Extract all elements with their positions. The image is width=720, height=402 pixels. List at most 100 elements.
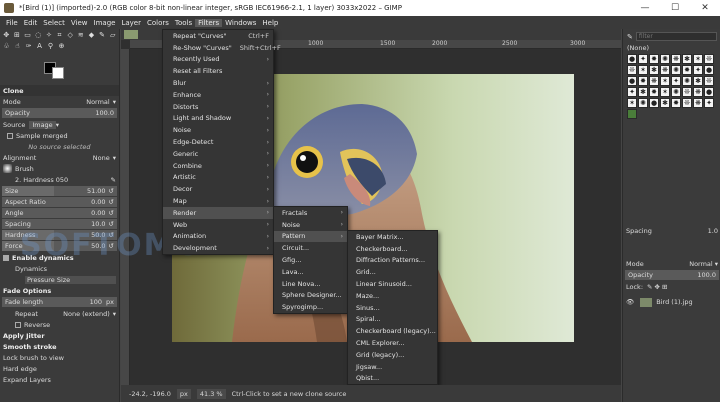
zoom-icon[interactable]: ⊕ xyxy=(57,42,66,51)
brush-swatch[interactable]: ✦ xyxy=(704,98,714,108)
menu-filters[interactable]: Filters xyxy=(195,18,223,27)
pattern-jigsaw[interactable]: Jigsaw... xyxy=(348,361,437,373)
brush-swatch[interactable]: ❋ xyxy=(660,65,670,75)
paintbrush-icon[interactable]: ✎ xyxy=(98,31,107,40)
brush-swatch[interactable]: ✦ xyxy=(638,54,648,64)
menu-tools[interactable]: Tools xyxy=(172,19,195,27)
brush-swatch[interactable]: ✸ xyxy=(649,54,659,64)
brush-spacing-row[interactable]: Spacing 1.0 xyxy=(623,225,720,236)
pattern-cml-explorer[interactable]: CML Explorer... xyxy=(348,337,437,349)
dynamics-row[interactable]: Dynamics xyxy=(0,263,119,274)
reverse-checkbox[interactable]: Reverse xyxy=(0,319,119,330)
brush-row[interactable]: Brush xyxy=(0,163,119,174)
brush-swatch[interactable]: ❋ xyxy=(693,98,703,108)
filters-recently-used[interactable]: Recently Used › xyxy=(163,54,273,66)
apply-jitter-checkbox[interactable]: Apply Jitter xyxy=(0,330,119,341)
repeat-row[interactable]: Repeat None (extend) ▾ xyxy=(0,308,119,319)
render-lava[interactable]: Lava... xyxy=(274,266,347,278)
text-icon[interactable]: A xyxy=(35,42,44,51)
brush-name[interactable]: 2. Hardness 050 ✎ xyxy=(0,174,119,185)
menu-layer[interactable]: Layer xyxy=(118,19,144,27)
pattern-spiral[interactable]: Spiral... xyxy=(348,314,437,326)
pattern-linear-sinusoid[interactable]: Linear Sinusoid... xyxy=(348,278,437,290)
brush-swatch[interactable]: ✱ xyxy=(638,87,648,97)
menu-file[interactable]: File xyxy=(3,19,21,27)
brush-swatch[interactable]: ✸ xyxy=(638,76,648,86)
brush-swatch[interactable]: ✶ xyxy=(693,54,703,64)
brush-swatch[interactable]: ❊ xyxy=(704,54,714,64)
layer-opacity-slider[interactable]: Opacity 100.0 xyxy=(625,270,719,280)
brush-swatch[interactable]: ✱ xyxy=(660,98,670,108)
brush-swatch[interactable]: ✺ xyxy=(660,54,670,64)
brush-swatch[interactable]: ✺ xyxy=(682,76,692,86)
menu-colors[interactable]: Colors xyxy=(144,19,172,27)
sample-merged-checkbox[interactable]: Sample merged xyxy=(0,130,119,141)
brush-swatch[interactable]: ✱ xyxy=(682,54,692,64)
filters-map[interactable]: Map › xyxy=(163,195,273,207)
brush-filter-input[interactable] xyxy=(635,32,717,41)
opacity-slider[interactable]: Opacity 100.0 xyxy=(2,108,117,118)
pattern-grid-legacy[interactable]: Grid (legacy)... xyxy=(348,349,437,361)
brush-swatch[interactable]: ● xyxy=(649,98,659,108)
render-line-nova[interactable]: Line Nova... xyxy=(274,278,347,290)
align-tool-icon[interactable]: ⊞ xyxy=(13,31,22,40)
fade-length-slider[interactable]: Fade length 100 px xyxy=(2,297,117,307)
brush-swatch[interactable]: ✺ xyxy=(638,98,648,108)
filters-light-shadow[interactable]: Light and Shadow › xyxy=(163,113,273,125)
smooth-stroke-checkbox[interactable]: Smooth stroke xyxy=(0,341,119,352)
layer-row[interactable]: 👁 Bird (1).jpg xyxy=(623,295,720,309)
warp-icon[interactable]: ≋ xyxy=(76,31,85,40)
brush-swatch[interactable]: ● xyxy=(704,87,714,97)
brush-swatch[interactable]: ❊ xyxy=(627,65,637,75)
brush-swatch[interactable]: ● xyxy=(704,65,714,75)
pattern-grid[interactable]: Grid... xyxy=(348,266,437,278)
crop-icon[interactable]: ⌗ xyxy=(55,31,64,40)
filters-web[interactable]: Web › xyxy=(163,219,273,231)
angle-slider[interactable]: Angle 0.00 ↺ xyxy=(2,208,117,218)
menu-select[interactable]: Select xyxy=(40,19,68,27)
dynamics-value[interactable]: Pressure Size xyxy=(0,274,119,285)
brush-swatch[interactable]: ✱ xyxy=(693,76,703,86)
path-icon[interactable]: ✑ xyxy=(24,42,33,51)
filters-combine[interactable]: Combine › xyxy=(163,160,273,172)
layer-lock-row[interactable]: Lock: ✎ ✥ ⊞ xyxy=(623,281,720,292)
brush-swatch[interactable]: ✦ xyxy=(671,76,681,86)
pattern-bayer-matrix[interactable]: Bayer Matrix... xyxy=(348,231,437,243)
brush-swatch[interactable]: ✶ xyxy=(627,98,637,108)
bucket-fill-icon[interactable]: ◆ xyxy=(87,31,96,40)
brush-swatch[interactable]: ● xyxy=(627,76,637,86)
render-spyrogimp[interactable]: Spyrogimp... xyxy=(274,301,347,313)
brush-swatch[interactable]: ❊ xyxy=(682,98,692,108)
close-button[interactable]: ✕ xyxy=(690,3,720,13)
brush-swatch[interactable]: ❋ xyxy=(649,76,659,86)
menu-windows[interactable]: Windows xyxy=(222,19,259,27)
filters-animation[interactable]: Animation › xyxy=(163,231,273,243)
unit-select[interactable]: px xyxy=(176,388,191,399)
brush-swatch[interactable]: ✶ xyxy=(660,76,670,86)
filters-distorts[interactable]: Distorts › xyxy=(163,101,273,113)
filters-render[interactable]: Render › xyxy=(163,206,273,219)
brush-swatch[interactable]: ✦ xyxy=(627,87,637,97)
menu-image[interactable]: Image xyxy=(91,19,119,27)
smudge-icon[interactable]: ☝ xyxy=(13,42,22,51)
menu-help[interactable]: Help xyxy=(259,19,281,27)
filters-development[interactable]: Development › xyxy=(163,242,273,254)
mode-row[interactable]: Mode Normal ▾ xyxy=(0,96,119,107)
lasso-icon[interactable]: ◌ xyxy=(34,31,43,40)
brush-swatch[interactable]: ❊ xyxy=(682,87,692,97)
pattern-checkerboard[interactable]: Checkerboard... xyxy=(348,243,437,255)
eraser-icon[interactable]: ▱ xyxy=(108,31,117,40)
brush-swatch[interactable]: ✺ xyxy=(671,87,681,97)
brush-swatch[interactable]: ✶ xyxy=(660,87,670,97)
brush-swatch-green[interactable] xyxy=(627,109,637,119)
minimize-button[interactable]: — xyxy=(630,3,660,13)
brush-swatch[interactable]: ✸ xyxy=(649,87,659,97)
brush-tab-icon[interactable]: ✎ xyxy=(627,33,633,41)
brush-swatch[interactable]: ❋ xyxy=(693,87,703,97)
lock-brush-checkbox[interactable]: Lock brush to view xyxy=(0,352,119,363)
image-tab-thumbnail[interactable] xyxy=(124,30,138,39)
pattern-diffraction[interactable]: Diffraction Patterns... xyxy=(348,255,437,267)
filters-artistic[interactable]: Artistic › xyxy=(163,172,273,184)
source-row[interactable]: Source Image ▾ xyxy=(0,119,119,130)
filters-enhance[interactable]: Enhance › xyxy=(163,89,273,101)
